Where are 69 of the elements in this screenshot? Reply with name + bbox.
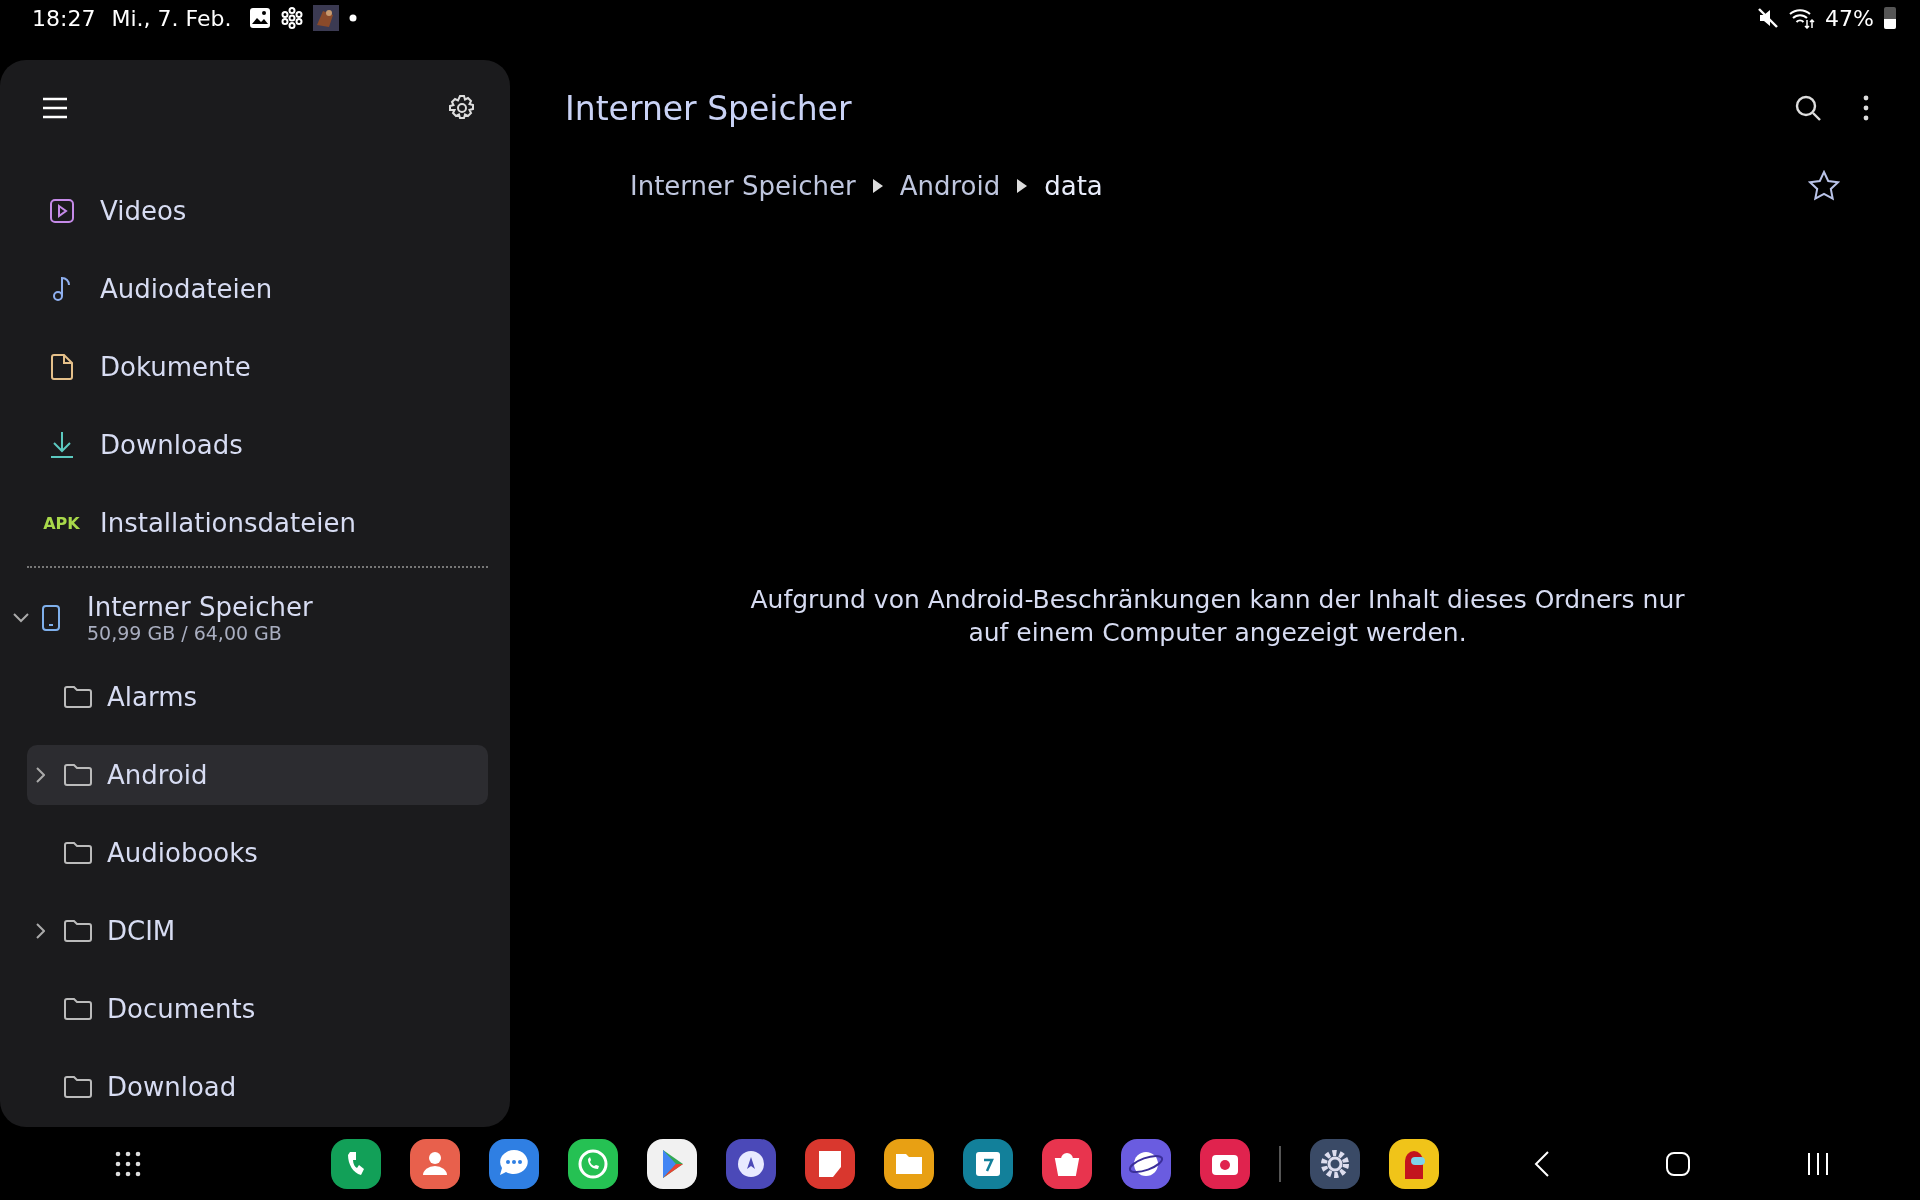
wifi-icon [1789, 7, 1816, 29]
apps-grid-icon[interactable] [115, 1150, 141, 1177]
folder-icon [63, 1075, 93, 1099]
date: Mi., 7. Feb. [111, 5, 232, 31]
category-item[interactable]: Audiodateien [27, 250, 488, 328]
menu-icon[interactable] [42, 97, 68, 119]
folder-item[interactable]: Download [27, 1057, 488, 1117]
separator-icon [871, 178, 884, 194]
settings-app-icon[interactable] [1310, 1138, 1360, 1189]
breadcrumb-item[interactable]: Interner Speicher [630, 171, 856, 201]
recent-apps-icon[interactable] [1806, 1151, 1830, 1176]
notes-app-icon[interactable] [805, 1138, 855, 1189]
more-options-icon[interactable] [1862, 95, 1870, 121]
mute-icon [1757, 7, 1780, 29]
chevron-icon[interactable] [35, 923, 45, 939]
document-icon [49, 353, 74, 381]
category-item[interactable]: Dokumente [27, 328, 488, 406]
search-icon[interactable] [1794, 94, 1822, 122]
battery-percentage: 47% [1825, 5, 1874, 31]
folder-item[interactable]: Audiobooks [27, 823, 488, 883]
folder-icon [63, 997, 93, 1021]
folder-item[interactable]: Android [27, 745, 488, 805]
clock: 18:27 [32, 5, 96, 31]
phone-icon [41, 604, 61, 632]
chevron-icon[interactable] [35, 767, 45, 783]
flower-icon [281, 7, 304, 29]
download-icon [48, 431, 75, 459]
breadcrumb-item[interactable]: Android [899, 171, 1001, 201]
app-notification-icon [313, 5, 340, 31]
folder-icon [63, 841, 93, 865]
settings-icon[interactable] [448, 94, 476, 122]
gallery-icon [249, 7, 272, 29]
folder-item[interactable]: Alarms [27, 667, 488, 727]
music-note-icon [50, 275, 73, 303]
category-item[interactable]: APK Installationsdateien [27, 484, 488, 562]
bag-app-icon[interactable] [1042, 1138, 1092, 1189]
breadcrumb-item[interactable]: data [1044, 171, 1103, 201]
camera-app-icon[interactable] [1200, 1138, 1250, 1189]
category-item[interactable]: Downloads [27, 406, 488, 484]
storage-name: Interner Speicher [87, 592, 313, 622]
chat-app-icon[interactable] [568, 1138, 618, 1189]
battery-icon [1884, 7, 1896, 29]
home-icon[interactable] [1665, 1150, 1691, 1177]
category-item[interactable]: Videos [27, 172, 488, 250]
chevron-icon[interactable] [13, 613, 29, 623]
separator-icon [1016, 178, 1029, 194]
folder-item[interactable]: DCIM [27, 901, 488, 961]
folder-icon [63, 763, 93, 787]
dot-icon [349, 14, 358, 22]
store-app-icon[interactable] [647, 1138, 697, 1189]
apk-label: APK [43, 513, 80, 533]
messages-app-icon[interactable] [489, 1138, 539, 1189]
folder-icon [63, 685, 93, 709]
phone-app-icon[interactable] [331, 1138, 381, 1189]
game-app-icon[interactable] [1389, 1138, 1439, 1189]
storage-item[interactable]: Interner Speicher 50,99 GB / 64,00 GB [13, 578, 488, 658]
folder-item[interactable]: Documents [27, 979, 488, 1039]
star-icon[interactable] [1808, 170, 1840, 202]
restriction-message: Aufgrund von Android-Beschränkungen kann der Inhalt dieses Ordners nur auf einem Computer angezeigt werden. [749, 584, 1686, 649]
video-icon [48, 198, 75, 224]
contacts-app-icon[interactable] [410, 1138, 460, 1189]
storage-usage: 50,99 GB / 64,00 GB [87, 622, 283, 644]
files-app-icon[interactable] [884, 1138, 934, 1189]
page-title: Interner Speicher [565, 88, 853, 128]
folder-icon [63, 919, 93, 943]
back-icon[interactable] [1534, 1150, 1550, 1177]
compass-app-icon[interactable] [726, 1138, 776, 1189]
calendar-app-icon[interactable] [963, 1138, 1013, 1189]
browser-app-icon[interactable] [1121, 1138, 1171, 1189]
